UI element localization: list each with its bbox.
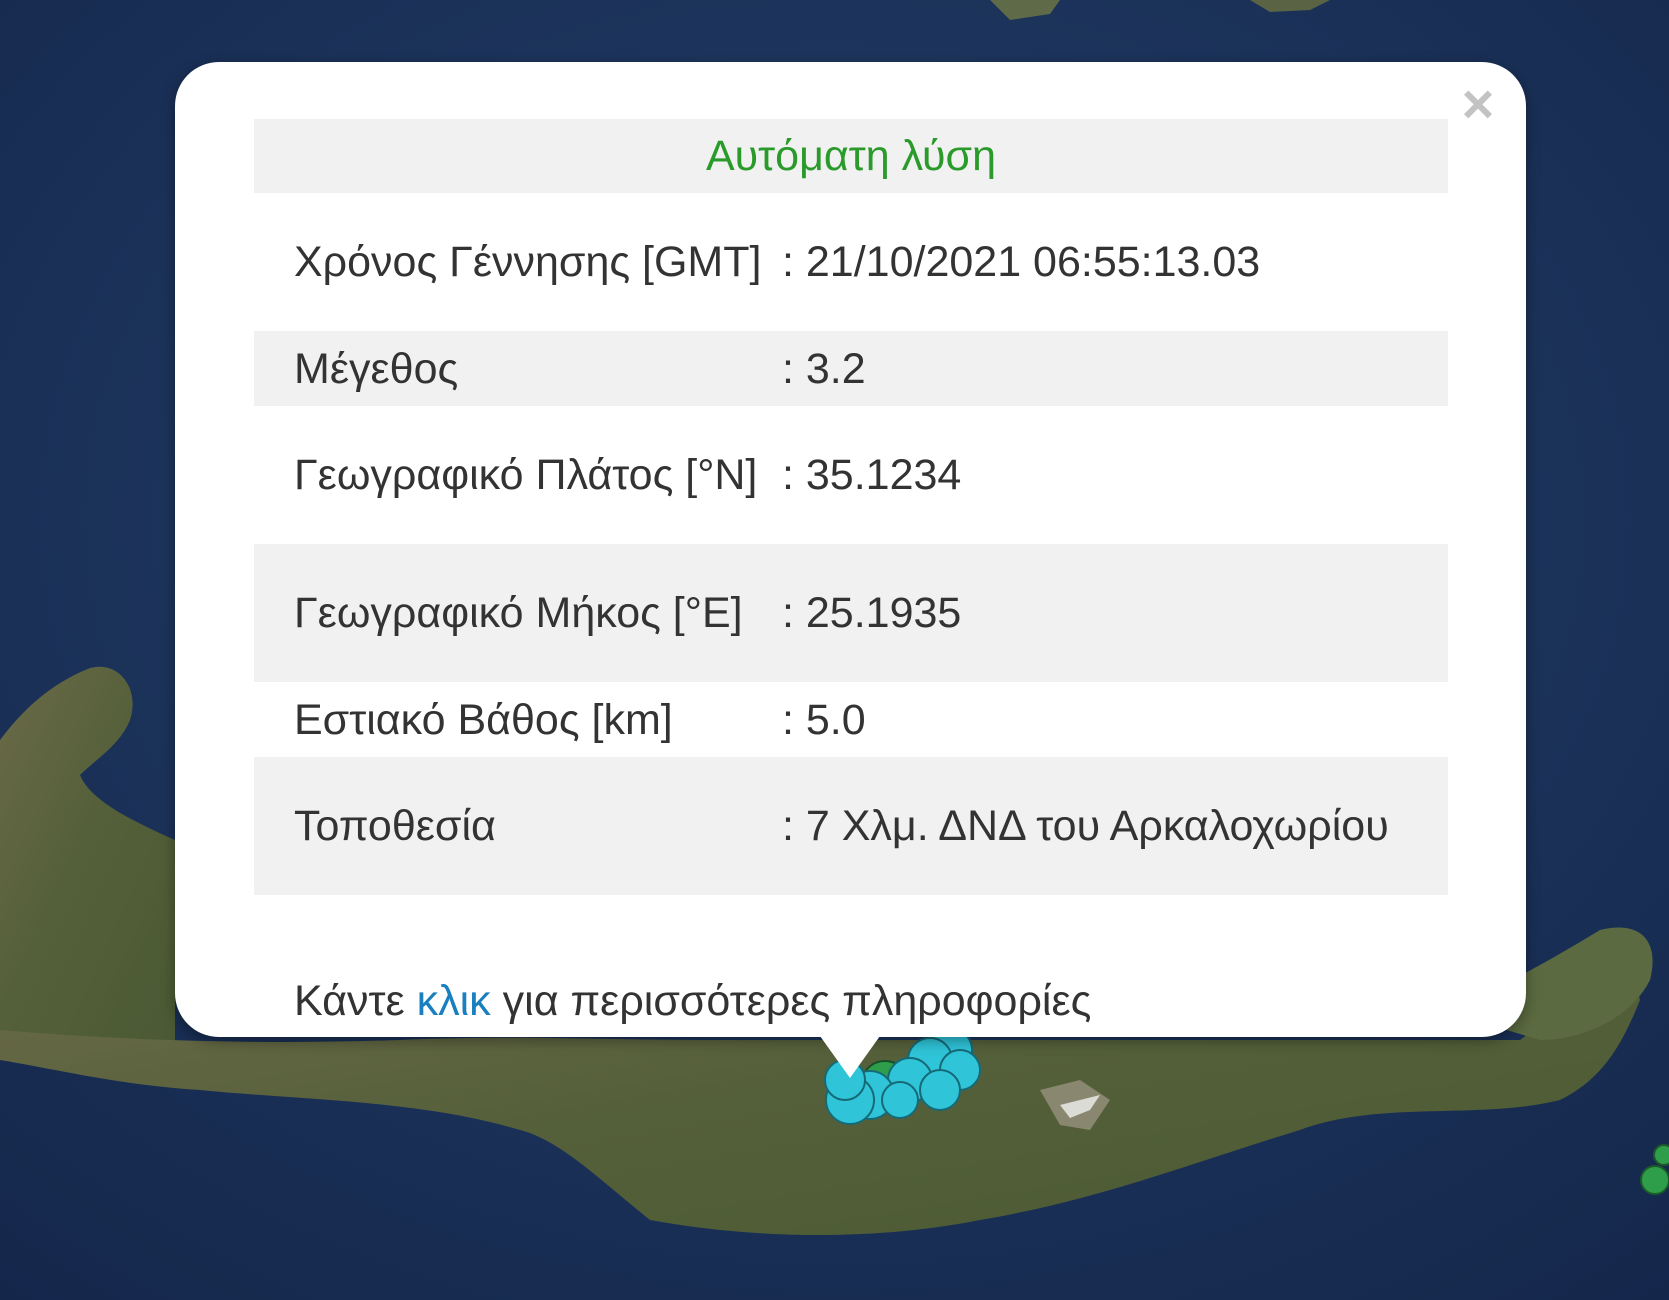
event-marker[interactable] <box>881 1081 919 1119</box>
table-row-origin-time: Χρόνος Γέννησης [GMT] : 21/10/2021 06:55… <box>254 193 1448 331</box>
more-info-suffix: για περισσότερες πληροφορίες <box>490 977 1092 1025</box>
row-value: : 35.1234 <box>782 451 962 499</box>
row-label: Χρόνος Γέννησης [GMT] <box>294 238 762 286</box>
row-value: : 5.0 <box>782 695 866 744</box>
more-info-prefix: Κάντε <box>294 977 417 1025</box>
event-details-table: Αυτόματη λύση Χρόνος Γέννησης [GMT] : 21… <box>254 119 1448 895</box>
event-marker-older[interactable] <box>1640 1165 1669 1195</box>
row-value: : 7 Χλμ. ΔΝΔ του Αρκαλοχωρίου <box>782 757 1448 895</box>
table-title-row: Αυτόματη λύση <box>254 119 1448 193</box>
popup-pointer <box>820 1036 880 1078</box>
table-row-longitude: Γεωγραφικό Μήκος [°E] : 25.1935 <box>254 544 1448 682</box>
table-row-magnitude: Μέγεθος : 3.2 <box>254 331 1448 406</box>
close-icon[interactable]: × <box>1454 76 1502 132</box>
event-info-popup: × Αυτόματη λύση Χρόνος Γέννησης [GMT] : … <box>175 62 1526 1037</box>
table-row-location: Τοποθεσία : 7 Χλμ. ΔΝΔ του Αρκαλοχωρίου <box>254 757 1448 895</box>
event-marker[interactable] <box>919 1069 961 1111</box>
event-marker-older[interactable] <box>1653 1144 1669 1166</box>
table-row-depth: Εστιακό Βάθος [km] : 5.0 <box>254 682 1448 757</box>
row-label: Μέγεθος <box>254 331 782 406</box>
row-value: : 21/10/2021 06:55:13.03 <box>782 238 1261 286</box>
more-info-link[interactable]: κλικ <box>417 977 491 1025</box>
row-value: : 3.2 <box>782 331 1448 406</box>
row-label: Γεωγραφικό Πλάτος [°N] <box>294 451 758 499</box>
row-label: Γεωγραφικό Μήκος [°E] <box>254 544 782 682</box>
table-row-latitude: Γεωγραφικό Πλάτος [°N] : 35.1234 <box>254 406 1448 544</box>
row-label: Τοποθεσία <box>254 757 782 895</box>
solution-type-title: Αυτόματη λύση <box>254 119 1448 193</box>
more-info-line: Κάντε κλικ για περισσότερες πληροφορίες <box>294 970 1091 1032</box>
row-label: Εστιακό Βάθος [km] <box>294 695 673 744</box>
row-value: : 25.1935 <box>782 544 1448 682</box>
